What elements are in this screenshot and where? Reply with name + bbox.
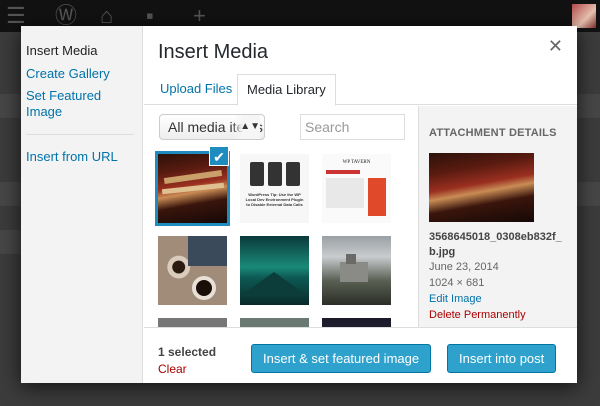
- menu-item-insert-from-url[interactable]: Insert from URL: [21, 149, 123, 165]
- background-field: [0, 94, 22, 118]
- toggle-switch-shape: [268, 162, 282, 186]
- media-filter-select[interactable]: All media items ▲▼: [159, 114, 265, 140]
- close-icon[interactable]: ✕: [548, 36, 563, 57]
- media-router: Upload Files Media Library: [144, 70, 577, 106]
- media-toolbar: 1 selected Clear Insert & set featured i…: [144, 327, 577, 383]
- tavern-header: WP TAVERN: [342, 160, 371, 165]
- modal-title: Insert Media: [158, 41, 269, 63]
- insert-into-post-button[interactable]: Insert into post: [447, 344, 557, 373]
- toggle-switch-shape: [286, 162, 300, 186]
- user-avatar: [572, 4, 596, 28]
- delete-permanently-link[interactable]: Delete Permanently: [429, 309, 526, 321]
- checkmark-icon[interactable]: ✔: [209, 146, 229, 166]
- edit-image-link[interactable]: Edit Image: [429, 293, 482, 305]
- attachment-thumbnail-castle[interactable]: [322, 236, 391, 305]
- background-field: [577, 182, 600, 206]
- attachment-thumbnail-plugin-article[interactable]: WordPress Tip: Use the WP Local Dev Envi…: [240, 154, 309, 223]
- home-icon: ⌂: [100, 3, 114, 28]
- clear-selection-link[interactable]: Clear: [158, 362, 187, 376]
- select-arrows-icon: ▲▼: [232, 115, 260, 139]
- coffee-cup-shape: [192, 276, 216, 300]
- wordpress-logo-icon: Ⓦ: [55, 3, 78, 28]
- article-caption: WordPress Tip: Use the WP Local Dev Envi…: [245, 192, 304, 207]
- attachment-details-heading: ATTACHMENT DETAILS: [429, 127, 557, 139]
- attachment-date: June 23, 2014: [429, 261, 499, 273]
- attachment-thumbnail[interactable]: [322, 318, 391, 327]
- book-pages-shape: [163, 169, 223, 185]
- media-menu: Insert Media Create Gallery Set Featured…: [21, 26, 143, 383]
- attachment-thumbnail-coffee[interactable]: [158, 236, 227, 305]
- attachment-dimensions: 1024 × 681: [429, 277, 485, 289]
- attachment-thumbnail[interactable]: [240, 318, 309, 327]
- menu-icon: ☰: [6, 3, 26, 28]
- attachment-thumbnail-aurora[interactable]: [240, 236, 309, 305]
- search-input[interactable]: [300, 114, 405, 140]
- tavern-bar-shape: [326, 170, 360, 174]
- attachment-details-sidebar: ATTACHMENT DETAILS 3568645018_0308eb832f…: [418, 106, 577, 327]
- attachment-preview-image: [429, 153, 534, 222]
- menu-item-set-featured-image[interactable]: Set Featured Image: [21, 88, 121, 120]
- tavern-body-shape: [326, 178, 364, 208]
- menu-item-insert-media[interactable]: Insert Media: [21, 43, 103, 59]
- background-field: [0, 230, 22, 254]
- attachment-thumbnail[interactable]: [158, 318, 227, 327]
- selection-count: 1 selected: [158, 345, 217, 359]
- tab-upload-files[interactable]: Upload Files: [151, 74, 241, 105]
- attachment-filename: 3568645018_0308eb832f_b.jpg: [429, 231, 562, 258]
- attachment-thumbnail-wp-tavern[interactable]: WP TAVERN: [322, 154, 391, 223]
- comment-icon: ▪: [146, 3, 154, 28]
- mountain-shape: [240, 272, 308, 296]
- castle-shape: [340, 262, 368, 282]
- insert-media-modal: Insert Media Create Gallery Set Featured…: [21, 26, 577, 383]
- menu-separator: [26, 134, 134, 135]
- insert-set-featured-image-button[interactable]: Insert & set featured image: [251, 344, 432, 373]
- menu-item-create-gallery[interactable]: Create Gallery: [21, 66, 115, 82]
- tab-media-library[interactable]: Media Library: [237, 74, 336, 106]
- coffee-bag-shape: [188, 236, 227, 266]
- add-new-icon: +: [193, 3, 206, 28]
- background-field: [577, 94, 600, 118]
- book-pages-shape: [161, 182, 225, 195]
- toggle-switch-shape: [250, 162, 264, 186]
- castle-tower-shape: [346, 254, 356, 264]
- background-field: [0, 182, 22, 206]
- tavern-sidebar-shape: [368, 178, 386, 216]
- attachments-browser: All media items ▲▼ ✔ WordPress Tip: Use …: [144, 106, 418, 327]
